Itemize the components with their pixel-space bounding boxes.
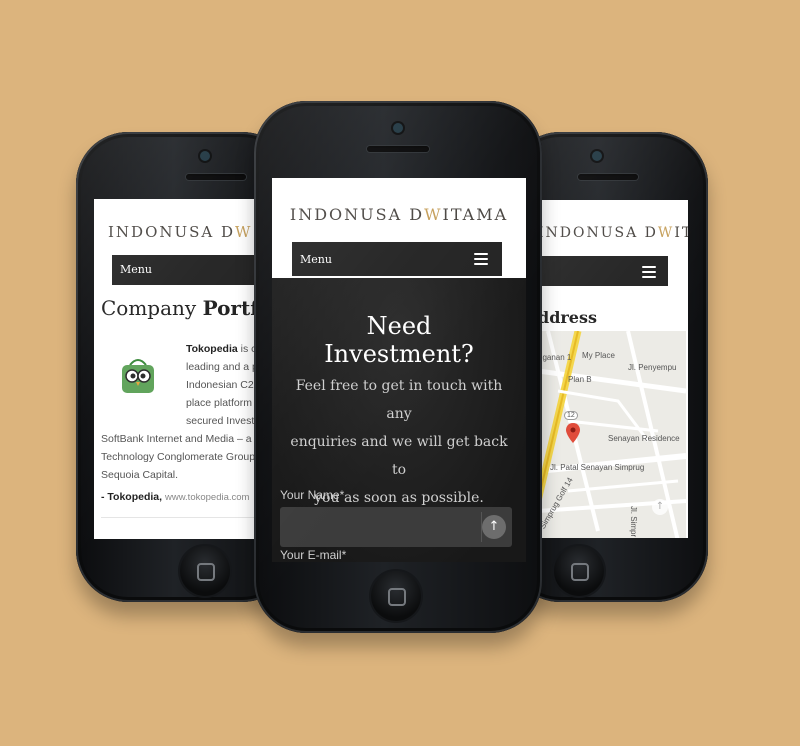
front-camera — [393, 123, 403, 133]
tokopedia-logo — [122, 359, 154, 393]
menu-bar[interactable]: Menu — [292, 242, 502, 276]
map-label: Jl. Penyempu — [628, 363, 677, 372]
description-line: place platform — [186, 397, 252, 409]
description-line: Technology Conglomerate Group — [101, 451, 256, 463]
earpiece — [578, 174, 638, 180]
map-label: gganan 1 — [538, 353, 572, 362]
map-label: Plan B — [568, 375, 592, 384]
map-label: Senayan Residence — [608, 434, 680, 443]
description-line: SoftBank Internet and Media – a — [101, 433, 252, 445]
description-line: Sequoia Capital. — [101, 469, 179, 481]
map-label: 12 — [564, 411, 578, 420]
company-link[interactable]: www.tokopedia.com — [165, 492, 249, 503]
name-field-label: Your Name* — [280, 488, 345, 502]
home-button[interactable] — [554, 546, 604, 596]
hamburger-icon[interactable] — [642, 266, 656, 278]
description-line: Indonesian C2 — [186, 379, 254, 391]
brand-logo: INDONUSA DWITAMA — [538, 225, 688, 241]
company-description: Tokopedia is c — [186, 343, 257, 355]
section-title: Need Investment? — [324, 312, 474, 368]
scroll-to-top-icon[interactable]: ↑ — [482, 515, 506, 539]
front-camera — [200, 151, 210, 161]
brand-logo: INDONUSA DWITAMA — [289, 205, 509, 224]
location-map[interactable]: gganan 1 My Place Jl. Penyempu Plan B 12… — [538, 331, 686, 538]
map-label: My Place — [582, 351, 615, 360]
hamburger-icon[interactable] — [474, 253, 488, 265]
map-pin-icon — [566, 423, 580, 443]
description-line: secured Invest — [186, 415, 255, 427]
middle-phone: INDONUSA DWITAMA Need Investment? Feel f… — [254, 101, 542, 633]
map-label: Jl. Patal Senayan Simprug — [550, 463, 645, 472]
map-label: Jl. Simpr — [629, 506, 638, 538]
email-field-label: Your E-mail* — [280, 548, 347, 562]
section-heading: Company Portfo — [101, 296, 273, 320]
middle-phone-screen: INDONUSA DWITAMA Need Investment? Feel f… — [272, 178, 526, 562]
section-heading: ddress — [538, 308, 597, 327]
name-input[interactable]: ↑ — [280, 507, 512, 547]
home-button[interactable] — [371, 571, 421, 621]
home-button[interactable] — [180, 546, 230, 596]
menu-label: Menu — [120, 263, 152, 276]
earpiece — [367, 146, 429, 152]
location-icon[interactable]: ↑ — [652, 499, 668, 515]
description-line: leading and a p — [186, 361, 258, 373]
earpiece — [186, 174, 246, 180]
menu-label: Menu — [300, 253, 332, 266]
contact-section: Need Investment? Feel free to get in tou… — [272, 278, 526, 562]
front-camera — [592, 151, 602, 161]
testimonial-signature: - Tokopedia, www.tokopedia.com — [101, 491, 250, 503]
